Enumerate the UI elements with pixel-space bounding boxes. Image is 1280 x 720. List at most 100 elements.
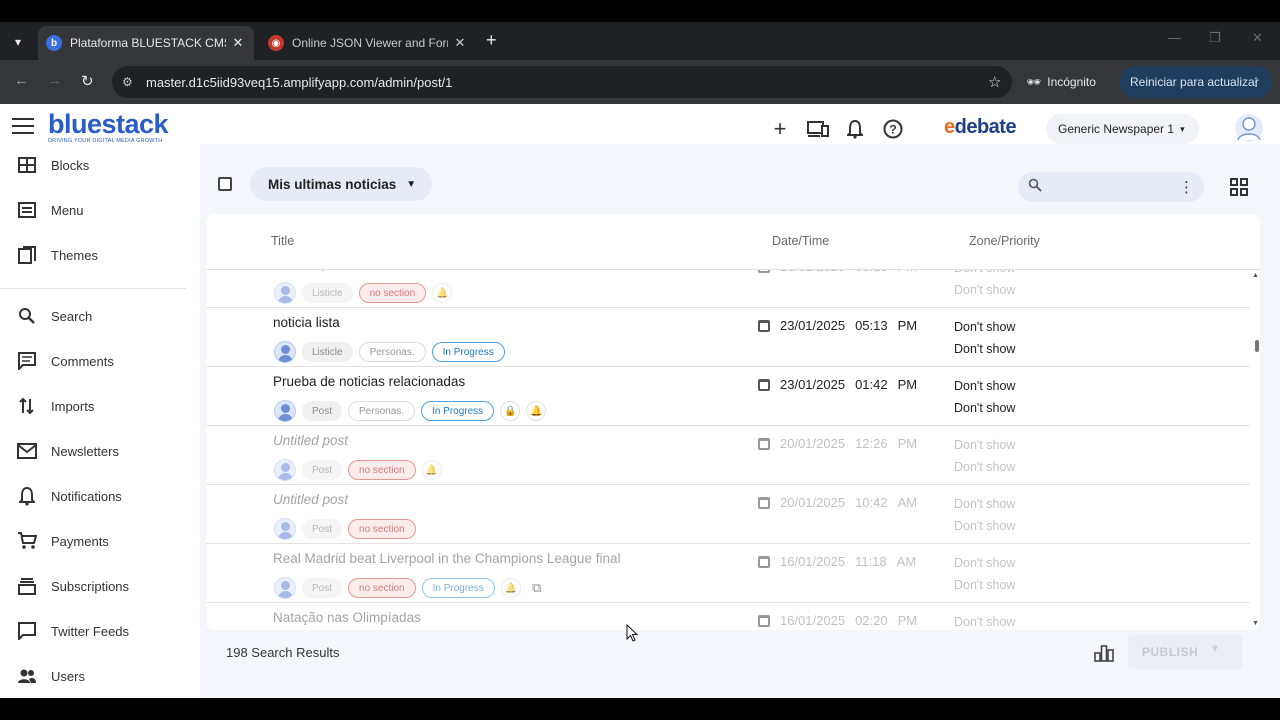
reload-icon[interactable]: ↻ [81, 72, 94, 90]
sidebar-item-imports[interactable]: Imports [16, 393, 94, 419]
forward-icon[interactable]: → [47, 72, 62, 89]
url-input[interactable]: ⚙ master.d1c5iid93veq15.amplifyapp.com/a… [112, 66, 1012, 98]
site-settings-icon[interactable]: ⚙ [122, 75, 146, 89]
sidebar-item-label: Users [51, 668, 85, 684]
post-datetime: 23/01/2025 05:13 PM [758, 318, 917, 333]
scrollbar-thumb[interactable] [1255, 340, 1259, 352]
add-icon[interactable]: + [767, 116, 793, 142]
devices-icon[interactable] [805, 116, 831, 142]
post-title[interactable]: Natação nas Olimpíadas [273, 610, 421, 625]
select-all-checkbox[interactable] [218, 177, 232, 191]
more-vert-icon[interactable]: ⋮ [1179, 178, 1194, 196]
sidebar-item-subscriptions[interactable]: Subscriptions [16, 573, 129, 599]
zone-value: Don't show [954, 320, 1016, 334]
post-ampm: PM [897, 377, 918, 392]
table-row[interactable]: Real Madrid beat Liverpool in the Champi… [206, 544, 1250, 603]
post-datetime: 23/01/2025 08:19 PM [758, 270, 917, 274]
restore-icon[interactable]: ❐ [1209, 30, 1221, 46]
tab-search-chevron-icon[interactable]: ▾ [6, 30, 30, 54]
filter-dropdown[interactable]: Mis ultimas noticias ▼ [250, 167, 433, 201]
calendar-icon [758, 437, 770, 450]
status-chip: In Progress [421, 578, 495, 598]
sidebar-item-menu[interactable]: Menu [16, 197, 84, 223]
tab-title: Online JSON Viewer and Forma [292, 36, 448, 50]
post-date: 23/01/2025 [780, 377, 846, 392]
scroll-down-icon[interactable]: ▼ [1252, 620, 1259, 627]
more-vert-icon[interactable]: ⋮ [1250, 75, 1262, 89]
sidebar-item-twitter-feeds[interactable]: Twitter Feeds [16, 618, 129, 644]
table-row[interactable]: Untitled post Post no section 🔔 20/01/2025 12… [206, 426, 1250, 485]
publish-label: PUBLISH [1142, 645, 1199, 659]
zone-value: Don't show [954, 615, 1016, 629]
incognito-indicator[interactable]: 🕶 Incógnito [1026, 70, 1096, 94]
tab-json-viewer[interactable]: ◉ Online JSON Viewer and Forma ✕ [260, 26, 476, 60]
scroll-up-icon[interactable]: ▲ [1252, 272, 1259, 279]
table-row[interactable]: Natação nas Olimpíadas 16/01/2025 02:20 PM D… [206, 603, 1250, 630]
minimize-icon[interactable]: — [1168, 30, 1181, 45]
window-close-icon[interactable]: ✕ [1252, 30, 1263, 46]
bell-icon[interactable] [842, 116, 868, 142]
restart-update-button[interactable]: Reiniciar para actualizar ⋮ [1120, 66, 1272, 98]
sidebar-item-label: Notifications [51, 488, 122, 504]
column-zone-priority[interactable]: Zone/Priority [969, 234, 1040, 248]
lock-icon: 🔒 [500, 401, 521, 421]
sidebar-item-label: Subscriptions [51, 578, 130, 594]
debate-brand-prefix: e [944, 116, 955, 138]
section-chip: no section [358, 283, 427, 303]
stats-chart-icon[interactable] [1094, 644, 1114, 662]
post-title[interactable]: Untitled post [273, 270, 348, 271]
copy-icon[interactable]: ⧉ [527, 578, 547, 598]
table-row[interactable]: noticia lista Listicle Personas. In Progres… [206, 308, 1250, 367]
sidebar-item-notifications[interactable]: Notifications [16, 483, 122, 509]
post-ampm: PM [897, 436, 918, 451]
sidebar-item-users[interactable]: Users [16, 663, 85, 689]
sidebar-item-comments[interactable]: Comments [16, 348, 114, 374]
post-time: 05:13 [855, 318, 888, 333]
post-date: 20/01/2025 [780, 436, 846, 451]
new-tab-icon[interactable]: + [486, 30, 497, 51]
search-input[interactable]: ⋮ [1018, 172, 1204, 202]
close-tab-icon[interactable]: ✕ [452, 35, 468, 51]
publish-dropdown-icon[interactable]: ▾ [1212, 641, 1219, 655]
zone-value: Don't show [954, 438, 1016, 452]
filter-label: Mis ultimas noticias [268, 176, 397, 192]
table-row[interactable]: Prueba de noticias relacionadas Post Perso… [206, 367, 1250, 426]
browser-tabbar: ▾ b Plataforma BLUESTACK CMS - 8 ✕ ◉ Onl… [0, 22, 1280, 60]
sidebar-item-payments[interactable]: Payments [16, 528, 109, 554]
bookmark-icon [16, 244, 38, 266]
restart-label: Reiniciar para actualizar [1130, 75, 1259, 89]
help-icon[interactable]: ? [880, 116, 906, 142]
close-tab-icon[interactable]: ✕ [230, 35, 246, 51]
user-avatar-icon[interactable] [1234, 113, 1264, 143]
sidebar-item-themes[interactable]: Themes [16, 242, 98, 268]
calendar-icon [758, 270, 770, 273]
calendar-icon [758, 319, 770, 332]
sidebar-item-blocks[interactable]: Blocks [16, 152, 89, 178]
hamburger-menu-icon[interactable] [12, 118, 34, 134]
cart-icon [16, 530, 38, 552]
tab-bluestack[interactable]: b Plataforma BLUESTACK CMS - 8 ✕ [38, 26, 254, 60]
zone-value: Don't show [954, 497, 1016, 511]
post-type-chip: Post [302, 519, 343, 539]
post-title[interactable]: Prueba de noticias relacionadas [273, 374, 465, 389]
column-title[interactable]: Title [271, 234, 294, 248]
incognito-label: Incógnito [1047, 75, 1096, 89]
publish-button[interactable]: PUBLISH ▾ [1128, 635, 1242, 669]
table-row[interactable]: Untitled post Listicleno section🔔 23/01/20… [206, 270, 1250, 308]
grid-view-icon[interactable] [1230, 178, 1248, 196]
post-title[interactable]: Real Madrid beat Liverpool in the Champi… [273, 551, 620, 566]
calendar-icon [758, 555, 770, 568]
sidebar-item-search[interactable]: Search [16, 303, 92, 329]
post-title[interactable]: Untitled post [273, 492, 348, 507]
bookmark-star-icon[interactable]: ☆ [988, 73, 1012, 91]
back-icon[interactable]: ← [14, 72, 29, 89]
post-title[interactable]: Untitled post [273, 433, 348, 448]
post-ampm: PM [898, 270, 918, 274]
post-title[interactable]: noticia lista [273, 315, 340, 330]
bluestack-logo[interactable]: bluestack DRIVING YOUR DIGITAL MEDIA GRO… [48, 110, 169, 144]
blocks-icon [16, 154, 38, 176]
sidebar-item-newsletters[interactable]: Newsletters [16, 438, 119, 464]
table-row[interactable]: Untitled post Post no section 20/01/2025 10:… [206, 485, 1250, 544]
newspaper-select[interactable]: Generic Newspaper 1 ▾ [1046, 114, 1199, 144]
column-datetime[interactable]: Date/Time [772, 234, 829, 248]
